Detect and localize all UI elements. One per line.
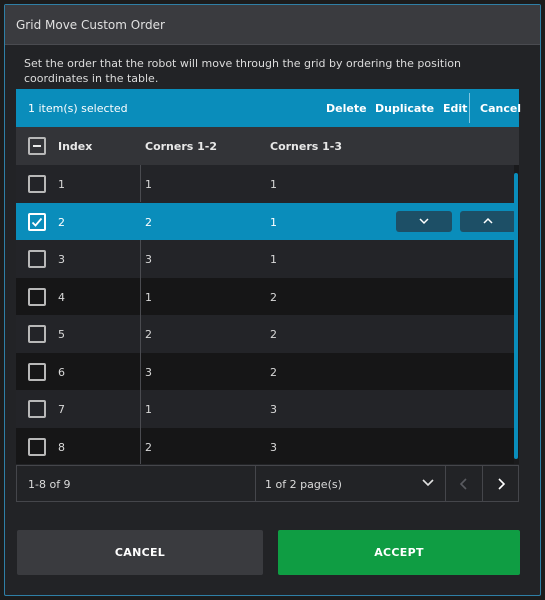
cell-corners-1-3: 3 (270, 440, 277, 454)
cell-index: 4 (58, 290, 65, 304)
selection-bar-divider (469, 93, 470, 123)
order-table: 1 item(s) selected Delete Duplicate Edit… (16, 89, 521, 502)
cell-corners-1-3: 2 (270, 290, 277, 304)
column-header-index[interactable]: Index (58, 140, 92, 153)
column-divider (140, 240, 141, 464)
table-row[interactable]: 8 2 3 (16, 427, 516, 464)
cell-index: 5 (58, 328, 65, 341)
row-checkbox[interactable] (28, 362, 46, 381)
cell-index: 8 (58, 440, 65, 454)
move-down-button[interactable] (396, 210, 452, 232)
table-header-row: Index Corners 1-2 Corners 1-3 (16, 127, 519, 165)
page-selector-dropdown[interactable] (409, 466, 445, 501)
row-checkbox-checked[interactable] (28, 212, 46, 231)
dialog-description: Set the order that the robot will move t… (24, 57, 461, 85)
select-all-checkbox[interactable] (28, 137, 46, 155)
table-row-selected[interactable]: 2 2 1 (16, 202, 516, 240)
accept-button[interactable]: ACCEPT (278, 530, 520, 575)
cell-corners-1-2: 2 (145, 328, 152, 341)
dialog-title: Grid Move Custom Order (16, 18, 165, 32)
delete-button[interactable]: Delete (326, 102, 367, 115)
checkmark-icon (31, 217, 43, 227)
row-checkbox[interactable] (28, 325, 46, 343)
cell-corners-1-3: 2 (270, 365, 277, 379)
next-page-button[interactable] (483, 466, 519, 501)
edit-button[interactable]: Edit (443, 102, 467, 115)
cell-index: 3 (58, 253, 65, 266)
scrollbar-thumb[interactable] (514, 173, 518, 459)
cell-corners-1-3: 1 (270, 178, 277, 191)
chevron-up-icon (483, 217, 493, 224)
previous-page-button[interactable] (446, 466, 482, 501)
cell-corners-1-2: 3 (145, 365, 152, 379)
cell-corners-1-3: 3 (270, 403, 277, 416)
cancel-button[interactable]: CANCEL (17, 530, 263, 575)
selection-count: 1 item(s) selected (28, 102, 128, 115)
table-row[interactable]: 3 3 1 (16, 240, 516, 278)
cell-corners-1-2: 2 (145, 215, 152, 229)
move-up-button[interactable] (460, 210, 516, 232)
row-checkbox[interactable] (28, 250, 46, 268)
table-row[interactable]: 6 3 2 (16, 352, 516, 390)
row-checkbox[interactable] (28, 437, 46, 456)
row-checkbox[interactable] (28, 400, 46, 418)
row-checkbox[interactable] (28, 287, 46, 306)
cell-corners-1-2: 1 (145, 178, 152, 191)
selection-bar: 1 item(s) selected Delete Duplicate Edit… (16, 89, 521, 127)
chevron-down-icon (419, 217, 429, 224)
cancel-selection-button[interactable]: Cancel (480, 102, 521, 115)
column-header-corners-1-3[interactable]: Corners 1-3 (270, 140, 342, 153)
cell-corners-1-3: 1 (270, 215, 277, 229)
column-divider (140, 165, 141, 202)
table-row[interactable]: 4 1 2 (16, 277, 516, 315)
chevron-right-icon (498, 478, 506, 490)
pagination-bar: 1-8 of 9 1 of 2 page(s) (16, 465, 519, 502)
cell-corners-1-2: 1 (145, 290, 152, 304)
cell-index: 6 (58, 365, 65, 379)
duplicate-button[interactable]: Duplicate (375, 102, 434, 115)
cell-corners-1-2: 2 (145, 440, 152, 454)
cell-index: 2 (58, 215, 65, 229)
table-row[interactable]: 1 1 1 (16, 165, 516, 203)
chevron-down-icon (422, 479, 434, 487)
dialog-header: Grid Move Custom Order (5, 5, 540, 45)
pagination-divider (255, 466, 256, 501)
table-row[interactable]: 7 1 3 (16, 390, 516, 428)
cell-corners-1-3: 1 (270, 253, 277, 266)
cell-index: 1 (58, 178, 65, 191)
table-body: 1 1 1 2 2 1 3 3 1 4 1 2 5 2 2 6 3 2 7 1 … (16, 165, 519, 464)
cell-index: 7 (58, 403, 65, 416)
row-checkbox[interactable] (28, 175, 46, 193)
chevron-left-icon (459, 478, 467, 490)
column-header-corners-1-2[interactable]: Corners 1-2 (145, 140, 217, 153)
cell-corners-1-2: 1 (145, 403, 152, 416)
pagination-range: 1-8 of 9 (28, 478, 71, 491)
minus-icon (33, 145, 41, 147)
page-selector-value[interactable]: 1 of 2 page(s) (265, 478, 342, 491)
cell-corners-1-2: 3 (145, 253, 152, 266)
table-row[interactable]: 5 2 2 (16, 315, 516, 353)
cell-corners-1-3: 2 (270, 328, 277, 341)
